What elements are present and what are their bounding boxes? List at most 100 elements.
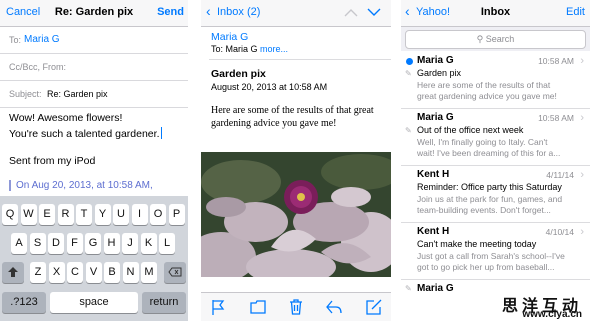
key-g[interactable]: G (85, 233, 101, 254)
flag-icon[interactable] (209, 298, 227, 316)
back-chevron-icon[interactable]: ‹ (206, 3, 211, 19)
item-preview: Here are some of the results of that gre… (417, 80, 557, 101)
item-sender: Maria G (417, 112, 454, 123)
chevron-right-icon: › (580, 55, 584, 67)
item-subject: Can't make the meeting today (417, 239, 537, 249)
key-n[interactable]: N (122, 262, 139, 283)
flower-photo (201, 152, 391, 277)
key-u[interactable]: U (113, 204, 129, 225)
list-item[interactable]: Kent H 4/10/14 › Can't make the meeting … (401, 223, 590, 280)
key-r[interactable]: R (57, 204, 74, 225)
key-d[interactable]: D (48, 233, 64, 254)
key-e[interactable]: E (39, 204, 55, 225)
item-time: 10:58 AM (538, 56, 574, 66)
item-sender: Kent H (417, 169, 450, 180)
key-l[interactable]: L (159, 233, 175, 254)
key-j[interactable]: J (122, 233, 138, 254)
previous-message-icon[interactable] (344, 8, 358, 17)
cc-bcc-label: Cc/Bcc, From: (9, 62, 67, 72)
key-x[interactable]: X (48, 262, 65, 283)
item-time: 4/11/14 (546, 170, 574, 180)
recipients-text: To: Maria G (211, 44, 258, 54)
message-subject: Garden pix (211, 68, 266, 80)
draft-pencil-icon: ✎ (405, 284, 412, 293)
body-line: You're such a talented gardener. (9, 128, 160, 140)
sender-name[interactable]: Maria G (211, 31, 248, 43)
to-recipient[interactable]: Maria G (24, 34, 60, 45)
subject-field[interactable]: Subject: Re: Garden pix (0, 81, 188, 108)
inbox-title: Inbox (480, 6, 511, 18)
subject-value[interactable]: Re: Garden pix (47, 89, 108, 99)
next-message-icon[interactable] (367, 8, 381, 17)
key-q[interactable]: Q (2, 204, 18, 225)
draft-pencil-icon: ✎ (405, 69, 412, 78)
watermark-url: www.ciya.cn (522, 309, 582, 320)
search-placeholder: Search (485, 34, 515, 44)
numbers-key[interactable]: .?123 (2, 292, 46, 313)
shift-icon (8, 267, 18, 277)
space-key[interactable]: space (50, 292, 138, 313)
search-icon: ⚲ (476, 34, 484, 44)
item-sender: Maria G (417, 55, 454, 66)
message-navbar: ‹ Inbox (2) (201, 0, 391, 27)
item-time: 10:58 AM (538, 113, 574, 123)
search-input[interactable]: ⚲ Search (405, 30, 586, 49)
more-link[interactable]: more... (260, 44, 288, 54)
list-item[interactable]: Kent H 4/11/14 › Reminder: Office party … (401, 166, 590, 223)
cc-bcc-field[interactable]: Cc/Bcc, From: (0, 54, 188, 81)
key-k[interactable]: K (140, 233, 157, 254)
to-label: To: (9, 35, 22, 45)
item-preview: Join us at the park for fun, games, and … (417, 194, 563, 215)
send-button[interactable]: Send (157, 6, 184, 18)
key-v[interactable]: V (85, 262, 102, 283)
compose-icon[interactable] (365, 298, 383, 316)
key-f[interactable]: F (66, 233, 83, 254)
item-preview: Well, I'm finally going to Italy. Can't … (417, 137, 561, 158)
compose-screen: Cancel Re: Garden pix Send To: Maria G C… (0, 0, 188, 321)
header-divider (209, 59, 391, 60)
item-preview: Just got a call from Sarah's school--I'v… (417, 251, 565, 272)
quoted-header: On Aug 20, 2013, at 10:58 AM, (9, 180, 153, 191)
item-subject: Garden pix (417, 68, 462, 78)
inbox-screen: ‹ Yahoo! Inbox Edit ⚲ Search Maria G 10:… (401, 0, 590, 321)
chevron-right-icon: › (580, 169, 584, 181)
key-s[interactable]: S (29, 233, 46, 254)
compose-navbar: Cancel Re: Garden pix Send (0, 0, 188, 27)
key-a[interactable]: A (11, 233, 27, 254)
key-b[interactable]: B (104, 262, 120, 283)
key-z[interactable]: Z (30, 262, 46, 283)
subject-label: Subject: (9, 89, 42, 99)
inbox-navbar: ‹ Yahoo! Inbox Edit (401, 0, 590, 27)
item-sender: Maria G (417, 283, 454, 294)
back-to-inbox-button[interactable]: Inbox (2) (217, 6, 260, 18)
backspace-key[interactable] (164, 262, 186, 283)
key-h[interactable]: H (103, 233, 120, 254)
key-c[interactable]: C (67, 262, 83, 283)
list-item[interactable]: Maria G 10:58 AM › ✎ Garden pix Here are… (401, 52, 590, 109)
reply-icon[interactable] (325, 298, 343, 316)
signature: Sent from my iPod (9, 155, 96, 167)
item-subject: Reminder: Office party this Saturday (417, 182, 562, 192)
key-i[interactable]: I (131, 204, 148, 225)
return-key[interactable]: return (142, 292, 186, 313)
chevron-right-icon: › (580, 112, 584, 124)
key-w[interactable]: W (20, 204, 37, 225)
list-item[interactable]: Maria G 10:58 AM › ✎ Out of the office n… (401, 109, 590, 166)
key-p[interactable]: P (168, 204, 185, 225)
shift-key[interactable] (2, 262, 24, 283)
folder-icon[interactable] (249, 298, 267, 316)
to-field[interactable]: To: Maria G (0, 27, 188, 54)
message-body-editor[interactable]: Wow! Awesome flowers! You're such a tale… (9, 110, 163, 169)
edit-button[interactable]: Edit (566, 6, 585, 18)
key-t[interactable]: T (76, 204, 92, 225)
key-o[interactable]: O (150, 204, 166, 225)
key-m[interactable]: M (141, 262, 157, 283)
message-date: August 20, 2013 at 10:58 AM (211, 82, 328, 92)
chevron-right-icon: › (580, 226, 584, 238)
unread-dot-icon (406, 58, 413, 65)
keyboard: Q W E R T Y U I O P A S D F G H J K L Z X C V B N M .?123 space retu… (0, 196, 188, 321)
message-toolbar (201, 292, 391, 321)
body-line: Wow! Awesome flowers! (9, 112, 123, 124)
key-y[interactable]: Y (94, 204, 111, 225)
trash-icon[interactable] (287, 298, 305, 316)
